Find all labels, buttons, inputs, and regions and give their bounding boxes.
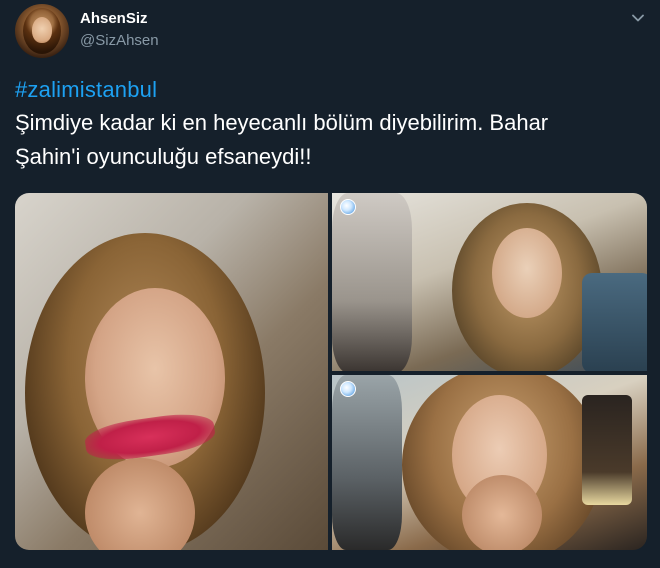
avatar[interactable]: [15, 4, 69, 58]
avatar-face: [32, 17, 52, 43]
image-figure-shape: [332, 375, 402, 550]
media-image-1[interactable]: [15, 193, 328, 550]
image-sofa-shape: [582, 273, 647, 371]
tweet-text-line-1: Şimdiye kadar ki en heyecanlı bölüm diye…: [15, 110, 549, 135]
chevron-down-icon[interactable]: [630, 10, 646, 26]
image-face-shape: [492, 228, 562, 318]
media-image-2[interactable]: [332, 193, 647, 371]
media-grid: [15, 193, 647, 550]
media-image-3[interactable]: [332, 375, 647, 550]
tweet-card: AhsenSiz @SizAhsen #zalimistanbul Şimdiy…: [0, 0, 660, 568]
image-lamp-shape: [582, 395, 632, 505]
user-handle[interactable]: @SizAhsen: [80, 32, 159, 49]
tweet-text-line-2: Şahin'i oyunculuğu efsaneydi!!: [15, 144, 312, 169]
channel-logo-icon: [340, 381, 356, 397]
channel-logo-icon: [340, 199, 356, 215]
tweet-text: Şimdiye kadar ki en heyecanlı bölüm diye…: [15, 106, 645, 174]
hashtag-link[interactable]: #zalimistanbul: [15, 77, 157, 103]
image-hand-shape: [462, 475, 542, 550]
display-name[interactable]: AhsenSiz: [80, 10, 148, 27]
image-figure-shape: [332, 193, 412, 371]
